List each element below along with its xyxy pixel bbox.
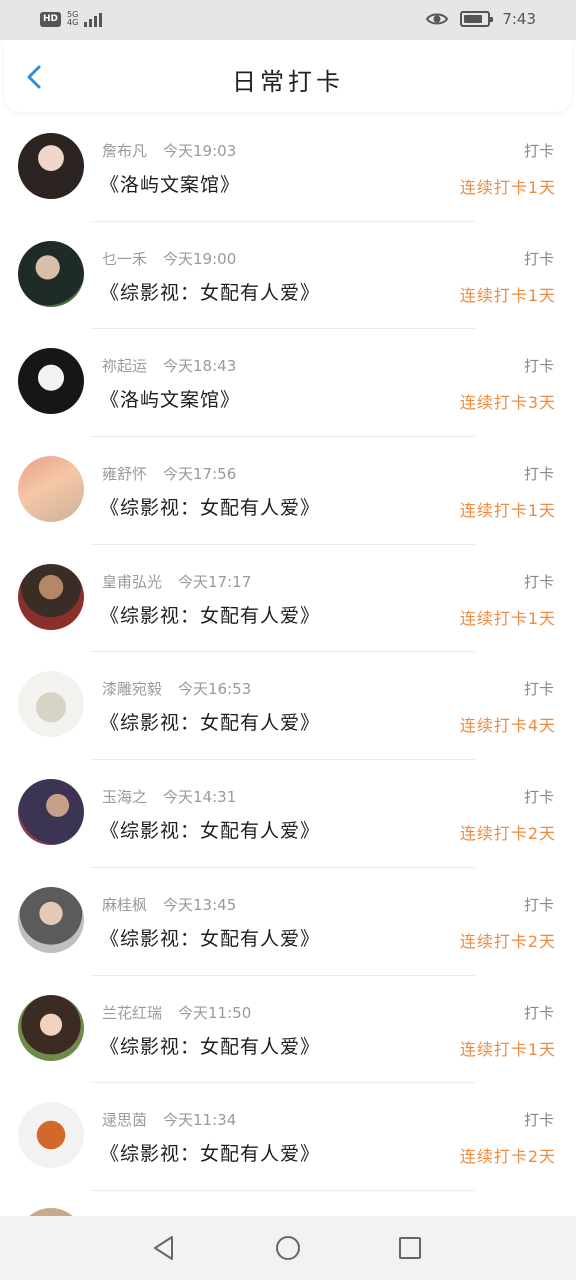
avatar[interactable] (18, 779, 84, 846)
checkin-button[interactable]: 打卡 (524, 1002, 554, 1023)
user-name: 皇甫弘光 (102, 572, 163, 591)
book-title: 《综影视：女配有人爱》 (100, 497, 321, 520)
avatar[interactable] (18, 240, 84, 307)
network-sub-label: 4G (67, 18, 79, 27)
list-item[interactable]: 祢起运 今天18:43 《洛屿文案馆》 打卡 连续打卡3天 (0, 329, 576, 438)
user-name: 乜一禾 (102, 249, 148, 268)
checkin-time: 今天18:43 (163, 357, 237, 376)
user-name: 玉海之 (102, 788, 148, 807)
checkin-button[interactable]: 打卡 (524, 571, 554, 592)
checkin-time: 今天17:17 (178, 572, 252, 591)
user-name: 漆雕宛毅 (102, 680, 163, 699)
checkin-button[interactable]: 打卡 (524, 1109, 554, 1130)
streak-badge: 连续打卡1天 (459, 285, 556, 305)
system-nav-bar (0, 1216, 576, 1280)
hd-badge: HD (40, 11, 62, 27)
user-meta: 玉海之 今天14:31 (102, 786, 236, 807)
book-title: 《综影视：女配有人爱》 (100, 1035, 321, 1058)
circle-home-icon[interactable] (274, 1234, 302, 1262)
user-meta: 麻桂枫 今天13:45 (102, 894, 236, 915)
user-name: 雍舒怀 (102, 465, 148, 484)
book-title: 《综影视：女配有人爱》 (100, 927, 321, 950)
streak-badge: 连续打卡1天 (459, 608, 556, 628)
avatar[interactable] (18, 671, 84, 738)
user-name: 逯思茵 (102, 1111, 148, 1130)
user-meta: 雍舒怀 今天17:56 (102, 463, 236, 484)
book-title: 《洛屿文案馆》 (100, 174, 241, 196)
user-name: 祢起运 (102, 357, 148, 376)
user-meta: 詹布凡 今天19:03 (102, 140, 236, 161)
checkin-button[interactable]: 打卡 (524, 786, 554, 807)
list-item[interactable]: 玉海之 今天14:31 《综影视：女配有人爱》 打卡 连续打卡2天 (0, 760, 576, 868)
checkin-time: 今天11:34 (163, 1111, 237, 1130)
avatar[interactable] (18, 886, 84, 953)
list-item[interactable]: 乜一禾 今天19:00 《综影视：女配有人爱》 打卡 连续打卡1天 (0, 222, 576, 330)
avatar[interactable] (18, 1102, 84, 1169)
book-title: 《综影视：女配有人爱》 (100, 281, 321, 304)
list-item[interactable]: 漆雕宛毅 今天16:53 《综影视：女配有人爱》 打卡 连续打卡4天 (0, 652, 576, 761)
list-item[interactable]: 雍舒怀 今天17:56 《综影视：女配有人爱》 打卡 连续打卡1天 (0, 437, 576, 545)
status-left: HD 5G 4G (40, 11, 103, 27)
user-meta: 祢起运 今天18:43 (102, 355, 236, 376)
list-item[interactable]: 皇甫弘光 今天17:17 《综影视：女配有人爱》 打卡 连续打卡1天 (0, 545, 576, 653)
checkin-list: 詹布凡 今天19:03 《洛屿文案馆》 打卡 连续打卡1天 乜一禾 今天19:0… (0, 114, 576, 1191)
status-time: 7:43 (502, 10, 536, 28)
streak-badge: 连续打卡2天 (459, 1147, 556, 1167)
status-right: 7:43 (426, 10, 536, 28)
status-bar: HD 5G 4G 7:43 (0, 0, 576, 40)
avatar[interactable] (18, 456, 84, 523)
checkin-time: 今天13:45 (163, 895, 237, 914)
avatar[interactable] (18, 563, 84, 630)
user-meta: 皇甫弘光 今天17:17 (102, 571, 251, 592)
checkin-button[interactable]: 打卡 (524, 355, 554, 376)
streak-badge: 连续打卡1天 (459, 178, 556, 197)
book-title: 《综影视：女配有人爱》 (100, 604, 321, 627)
list-item[interactable]: 詹布凡 今天19:03 《洛屿文案馆》 打卡 连续打卡1天 (0, 114, 576, 222)
eye-icon (426, 13, 449, 25)
checkin-time: 今天19:03 (163, 142, 237, 160)
streak-badge: 连续打卡2天 (459, 931, 556, 951)
page-title: 日常打卡 (232, 68, 344, 96)
user-name: 詹布凡 (102, 142, 148, 160)
square-recents-icon[interactable] (396, 1234, 424, 1262)
streak-badge: 连续打卡1天 (459, 1039, 556, 1059)
row-divider (90, 1189, 476, 1191)
checkin-time: 今天11:50 (178, 1003, 252, 1022)
book-title: 《综影视：女配有人爱》 (100, 712, 321, 735)
user-meta: 乜一禾 今天19:00 (102, 248, 236, 269)
streak-badge: 连续打卡4天 (459, 716, 556, 736)
signal-icon (84, 11, 103, 27)
avatar[interactable] (18, 348, 84, 415)
list-item[interactable]: 逯思茵 今天11:34 《综影视：女配有人爱》 打卡 连续打卡2天 (0, 1083, 576, 1191)
checkin-button[interactable]: 打卡 (524, 894, 554, 915)
list-item[interactable]: 兰花红瑞 今天11:50 《综影视：女配有人爱》 打卡 连续打卡1天 (0, 976, 576, 1084)
streak-badge: 连续打卡2天 (459, 824, 556, 844)
user-meta: 逯思茵 今天11:34 (102, 1109, 236, 1130)
user-name: 麻桂枫 (102, 895, 148, 914)
avatar[interactable] (18, 994, 84, 1061)
checkin-time: 今天14:31 (163, 788, 237, 807)
avatar[interactable] (18, 133, 84, 199)
battery-fill (464, 15, 482, 23)
streak-badge: 连续打卡1天 (459, 501, 556, 521)
checkin-time: 今天16:53 (178, 680, 252, 699)
triangle-back-icon[interactable] (150, 1234, 178, 1262)
list-item[interactable]: 麻桂枫 今天13:45 《综影视：女配有人爱》 打卡 连续打卡2天 (0, 868, 576, 976)
checkin-button[interactable]: 打卡 (524, 463, 554, 484)
checkin-button[interactable]: 打卡 (524, 140, 554, 161)
battery-icon (460, 11, 494, 27)
app-header: 日常打卡 (4, 40, 572, 112)
checkin-button[interactable]: 打卡 (524, 678, 554, 699)
checkin-button[interactable]: 打卡 (524, 248, 554, 269)
book-title: 《洛屿文案馆》 (100, 389, 241, 412)
checkin-time: 今天19:00 (163, 249, 237, 268)
user-meta: 漆雕宛毅 今天16:53 (102, 678, 251, 699)
user-meta: 兰花红瑞 今天11:50 (102, 1002, 251, 1023)
streak-badge: 连续打卡3天 (459, 393, 556, 413)
book-title: 《综影视：女配有人爱》 (100, 820, 321, 843)
checkin-time: 今天17:56 (163, 465, 237, 484)
network-type: 5G 4G (67, 11, 78, 27)
user-name: 兰花红瑞 (102, 1003, 163, 1022)
book-title: 《综影视：女配有人爱》 (100, 1143, 321, 1166)
